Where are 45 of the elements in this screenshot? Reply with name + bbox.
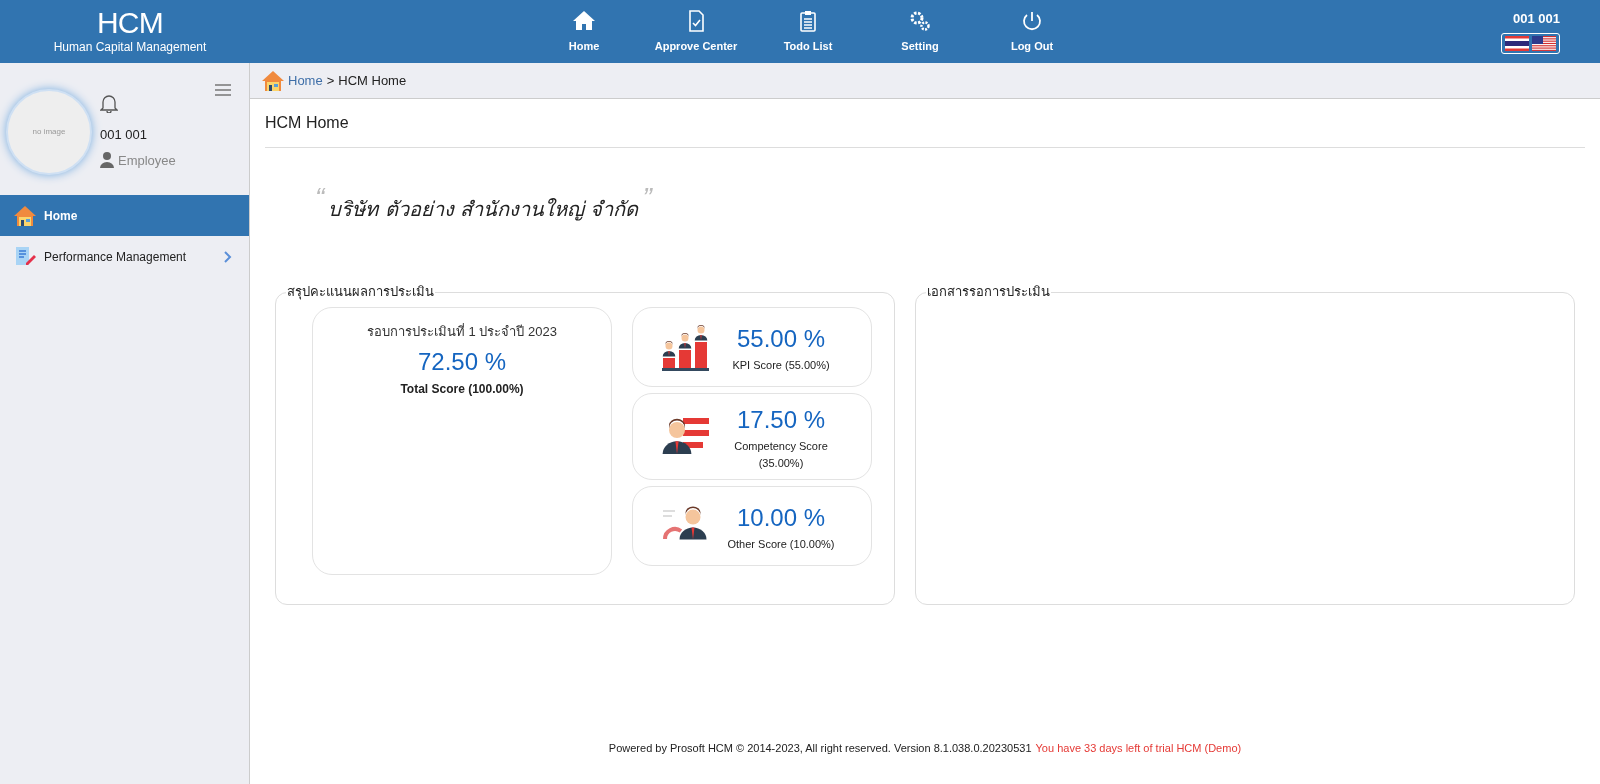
score-value: 17.50 %: [736, 405, 826, 435]
panel-title: สรุปคะแนนผลการประเมิน: [286, 283, 435, 301]
profile-name: 001 001: [100, 126, 148, 144]
close-quote: ”: [642, 184, 652, 212]
bell-icon[interactable]: [100, 93, 118, 113]
profile-role: Employee: [118, 151, 176, 170]
score-value: 10.00 %: [736, 502, 826, 533]
language-switcher[interactable]: [1501, 32, 1560, 54]
company-name: บริษัท ตัวอย่าง สำนักงานใหญ่ จำกัด: [328, 196, 639, 223]
breadcrumb-link[interactable]: Home: [288, 70, 323, 91]
logo-subtitle: Human Capital Management: [53, 38, 207, 56]
sidebar-item[interactable]: Performance Management: [0, 236, 249, 277]
sidebar-item[interactable]: Home: [0, 195, 249, 236]
score-label: Other Score (10.00%): [727, 536, 835, 552]
nav-button[interactable]: Todo List: [752, 3, 864, 60]
nav-button[interactable]: Home: [528, 3, 640, 60]
house-icon: [572, 8, 596, 33]
open-quote: “: [315, 184, 325, 212]
person-icon: [100, 152, 114, 169]
score-label: Competency Score (35.00%): [733, 439, 829, 471]
total-score: 72.50 %: [417, 346, 507, 377]
thai-flag-icon[interactable]: [1505, 35, 1529, 51]
sidebar-item-label: Performance Management: [44, 248, 187, 266]
nav-button[interactable]: Approve Center: [640, 3, 752, 60]
breadcrumb-separator: >: [326, 71, 335, 90]
breadcrumb-current: HCM Home: [338, 71, 407, 90]
round-label: รอบการประเมินที่ 1 ประจำปี 2023: [367, 322, 557, 341]
user-name: 001 001: [1513, 10, 1560, 29]
us-flag-icon[interactable]: [1532, 35, 1556, 51]
total-score-label: Total Score (100.00%): [400, 380, 524, 398]
avatar-text: no image: [32, 126, 66, 138]
score-label: KPI Score (55.00%): [732, 357, 830, 373]
copyright-text: Powered by Prosoft HCM © 2014-2023, All right reserved. Version 8.1.038.0.20230531: [608, 740, 1032, 756]
page-title: HCM Home: [265, 99, 1585, 148]
trial-notice: You have 33 days left of trial HCM (Demo): [1035, 740, 1242, 756]
menu-icon[interactable]: [215, 83, 231, 97]
nav-button[interactable]: Setting: [864, 3, 976, 60]
logo: HCM: [96, 7, 164, 38]
house-icon: [14, 204, 36, 227]
podium-people-drawing: [661, 322, 711, 372]
score-value: 55.00 %: [736, 323, 826, 354]
house-icon: [262, 69, 284, 92]
document-pen-icon: [14, 245, 36, 268]
sidebar-item-label: Home: [44, 207, 78, 225]
nav-button[interactable]: Log Out: [976, 3, 1088, 60]
